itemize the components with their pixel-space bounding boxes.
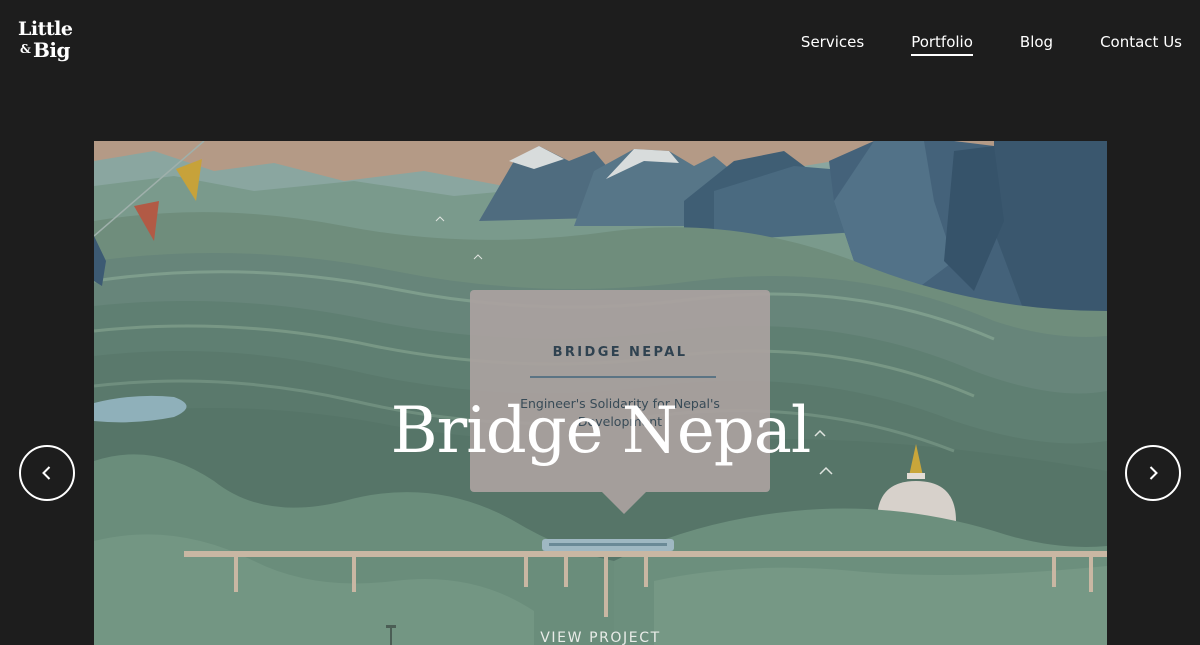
previous-slide-button[interactable] — [19, 445, 75, 501]
logo-line-2: Big — [33, 38, 71, 62]
nav-item-services[interactable]: Services — [801, 33, 864, 56]
next-slide-button[interactable] — [1125, 445, 1181, 501]
logo-line-1: Little — [18, 18, 73, 40]
project-card-title: BRIDGE NEPAL — [552, 345, 688, 360]
logo[interactable]: Little & Big — [18, 20, 80, 64]
nav-item-contact-us[interactable]: Contact Us — [1100, 33, 1182, 56]
logo-ampersand: & — [20, 42, 31, 56]
nav-item-blog[interactable]: Blog — [1020, 33, 1053, 56]
view-project-link[interactable]: VIEW PROJECT — [94, 630, 1107, 645]
page: Little & Big Services Portfolio Blog Con… — [0, 0, 1200, 645]
hero-title: Bridge Nepal — [390, 394, 812, 468]
nav-item-portfolio[interactable]: Portfolio — [911, 33, 973, 56]
chevron-left-icon — [42, 466, 51, 480]
project-card-divider — [530, 376, 716, 378]
hero-slide: BRIDGE NEPAL Engineer's Solidarity for N… — [94, 141, 1107, 645]
main-nav: Services Portfolio Blog Contact Us — [754, 33, 1182, 56]
chevron-right-icon — [1149, 466, 1158, 480]
